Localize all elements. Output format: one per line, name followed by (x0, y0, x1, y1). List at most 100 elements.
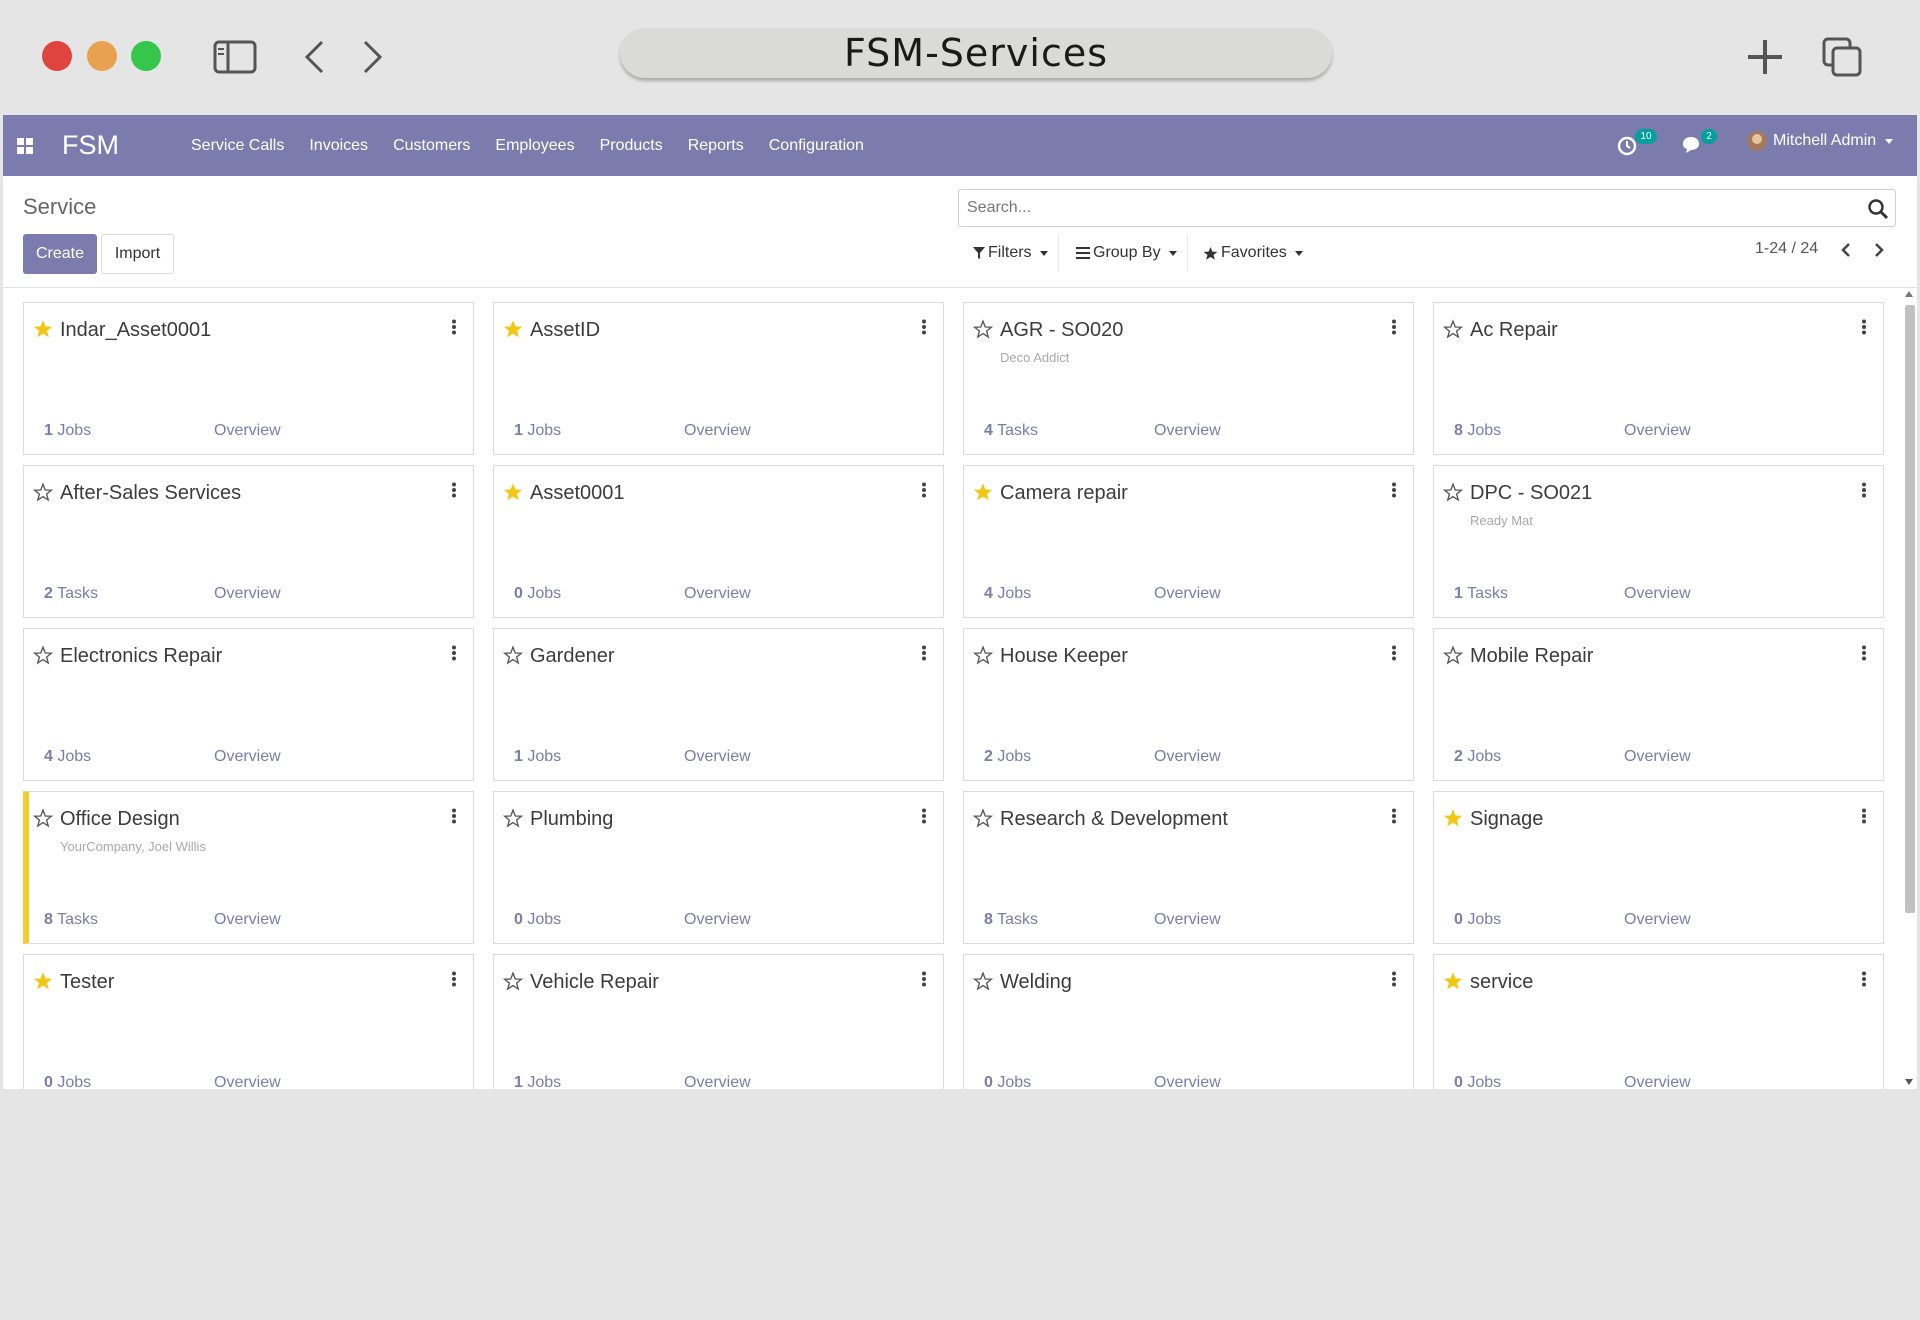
favorite-star-icon[interactable] (33, 808, 53, 828)
card-count-link[interactable]: 0 Jobs (1454, 911, 1501, 929)
import-button[interactable]: Import (101, 234, 174, 274)
card-count-link[interactable]: 1 Jobs (514, 422, 561, 440)
card-count-link[interactable]: 2 Jobs (1454, 748, 1501, 766)
favorite-star-icon[interactable] (1443, 808, 1463, 828)
pager-previous-button[interactable] (1832, 236, 1860, 264)
address-bar[interactable]: FSM-Services (620, 28, 1332, 78)
create-button[interactable]: Create (23, 234, 97, 274)
activity-button[interactable]: 10 (1617, 129, 1657, 159)
kanban-card[interactable]: DPC - SO021 Ready Mat 1 Tasks Overview (1433, 465, 1884, 618)
kanban-card[interactable]: Vehicle Repair 1 Jobs Overview (493, 954, 944, 1089)
forward-icon[interactable] (350, 34, 396, 80)
kebab-menu-icon[interactable] (451, 645, 457, 661)
card-overview-link[interactable]: Overview (684, 585, 751, 603)
kanban-card[interactable]: Research & Development 8 Tasks Overview (963, 791, 1414, 944)
new-tab-icon[interactable] (1742, 34, 1788, 80)
favorite-star-icon[interactable] (973, 808, 993, 828)
card-count-link[interactable]: 0 Jobs (984, 1074, 1031, 1089)
scroll-down-arrow[interactable] (1905, 1079, 1913, 1085)
card-count-link[interactable]: 4 Tasks (984, 422, 1038, 440)
kanban-card[interactable]: Plumbing 0 Jobs Overview (493, 791, 944, 944)
kebab-menu-icon[interactable] (1391, 971, 1397, 987)
kebab-menu-icon[interactable] (921, 645, 927, 661)
kebab-menu-icon[interactable] (451, 971, 457, 987)
favorite-star-icon[interactable] (503, 645, 523, 665)
favorite-star-icon[interactable] (973, 482, 993, 502)
pager-value[interactable]: 1-24 / 24 (1755, 240, 1818, 258)
kebab-menu-icon[interactable] (451, 319, 457, 335)
favorite-star-icon[interactable] (33, 971, 53, 991)
brand-name[interactable]: FSM (62, 130, 119, 161)
card-overview-link[interactable]: Overview (684, 911, 751, 929)
search-input[interactable] (959, 190, 1839, 226)
card-overview-link[interactable]: Overview (1154, 422, 1221, 440)
kanban-card[interactable]: AGR - SO020 Deco Addict 4 Tasks Overview (963, 302, 1414, 455)
kanban-card[interactable]: Camera repair 4 Jobs Overview (963, 465, 1414, 618)
card-overview-link[interactable]: Overview (684, 422, 751, 440)
sidebar-icon[interactable] (212, 34, 258, 80)
card-overview-link[interactable]: Overview (214, 911, 281, 929)
kebab-menu-icon[interactable] (451, 482, 457, 498)
kebab-menu-icon[interactable] (1861, 971, 1867, 987)
card-overview-link[interactable]: Overview (214, 1074, 281, 1089)
card-overview-link[interactable]: Overview (1154, 911, 1221, 929)
kebab-menu-icon[interactable] (1391, 482, 1397, 498)
kanban-card[interactable]: AssetID 1 Jobs Overview (493, 302, 944, 455)
kanban-card[interactable]: Indar_Asset0001 1 Jobs Overview (23, 302, 474, 455)
filters-dropdown[interactable]: Filters (963, 234, 1059, 272)
kebab-menu-icon[interactable] (1861, 808, 1867, 824)
menu-item-employees[interactable]: Employees (495, 137, 574, 155)
kanban-card[interactable]: Welding 0 Jobs Overview (963, 954, 1414, 1089)
kanban-card[interactable]: Ac Repair 8 Jobs Overview (1433, 302, 1884, 455)
card-overview-link[interactable]: Overview (214, 748, 281, 766)
search-icon[interactable] (1867, 198, 1889, 220)
kebab-menu-icon[interactable] (921, 319, 927, 335)
scroll-up-arrow[interactable] (1905, 291, 1913, 297)
card-count-link[interactable]: 0 Jobs (1454, 1074, 1501, 1089)
kanban-card[interactable]: Office Design YourCompany, Joel Willis 8 T… (23, 791, 474, 944)
menu-item-products[interactable]: Products (600, 137, 663, 155)
menu-item-reports[interactable]: Reports (688, 137, 744, 155)
kebab-menu-icon[interactable] (1861, 645, 1867, 661)
card-overview-link[interactable]: Overview (214, 585, 281, 603)
kanban-card[interactable]: Electronics Repair 4 Jobs Overview (23, 628, 474, 781)
kanban-card[interactable]: House Keeper 2 Jobs Overview (963, 628, 1414, 781)
favorite-star-icon[interactable] (973, 319, 993, 339)
kebab-menu-icon[interactable] (921, 971, 927, 987)
favorite-star-icon[interactable] (503, 971, 523, 991)
kanban-card[interactable]: Mobile Repair 2 Jobs Overview (1433, 628, 1884, 781)
kebab-menu-icon[interactable] (921, 808, 927, 824)
favorite-star-icon[interactable] (1443, 482, 1463, 502)
scrollbar-thumb[interactable] (1905, 305, 1915, 913)
kanban-card[interactable]: Gardener 1 Jobs Overview (493, 628, 944, 781)
favorite-star-icon[interactable] (1443, 971, 1463, 991)
card-count-link[interactable]: 4 Jobs (44, 748, 91, 766)
kebab-menu-icon[interactable] (1861, 319, 1867, 335)
card-overview-link[interactable]: Overview (1154, 585, 1221, 603)
kebab-menu-icon[interactable] (1391, 808, 1397, 824)
card-overview-link[interactable]: Overview (1624, 748, 1691, 766)
favorite-star-icon[interactable] (33, 319, 53, 339)
card-overview-link[interactable]: Overview (214, 422, 281, 440)
card-count-link[interactable]: 4 Jobs (984, 585, 1031, 603)
menu-item-configuration[interactable]: Configuration (769, 137, 864, 155)
favorites-dropdown[interactable]: Favorites (1193, 234, 1313, 272)
favorite-star-icon[interactable] (1443, 645, 1463, 665)
favorite-star-icon[interactable] (33, 482, 53, 502)
tabs-overview-icon[interactable] (1819, 34, 1865, 80)
card-count-link[interactable]: 0 Jobs (514, 911, 561, 929)
card-overview-link[interactable]: Overview (1624, 1074, 1691, 1089)
pager-next-button[interactable] (1865, 236, 1893, 264)
kanban-card[interactable]: Asset0001 0 Jobs Overview (493, 465, 944, 618)
card-count-link[interactable]: 0 Jobs (44, 1074, 91, 1089)
favorite-star-icon[interactable] (503, 319, 523, 339)
kebab-menu-icon[interactable] (451, 808, 457, 824)
card-count-link[interactable]: 8 Jobs (1454, 422, 1501, 440)
favorite-star-icon[interactable] (1443, 319, 1463, 339)
kebab-menu-icon[interactable] (1391, 319, 1397, 335)
favorite-star-icon[interactable] (503, 808, 523, 828)
kanban-card[interactable]: Tester 0 Jobs Overview (23, 954, 474, 1089)
kanban-card[interactable]: Signage 0 Jobs Overview (1433, 791, 1884, 944)
kebab-menu-icon[interactable] (1861, 482, 1867, 498)
close-window-button[interactable] (42, 41, 72, 71)
